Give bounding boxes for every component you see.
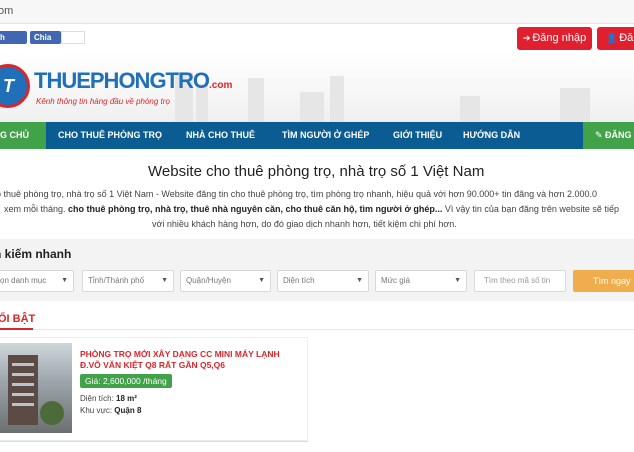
listing-card[interactable]: PHÒNG TRỌ MỚI XÂY DẠNG CC MINI MÁY LẠNH … [0, 337, 308, 441]
nav-item-house-rent[interactable]: NHÀ CHO THUÊ [186, 122, 255, 149]
quick-search-panel: n kiếm nhanh ọn danh mục ▼ Tỉnh/Thành phố… [0, 239, 634, 301]
listing-id-input[interactable]: Tìm theo mã số tin [474, 270, 566, 292]
province-select[interactable]: Tỉnh/Thành phố ▼ [82, 270, 174, 292]
address-bar[interactable]: om [0, 0, 634, 24]
search-button[interactable]: Tìm ngay [573, 270, 634, 292]
share-count-box [61, 31, 85, 44]
main-nav: G CHỦ CHO THUÊ PHÒNG TRỌ NHÀ CHO THUÊ TÌ… [0, 122, 634, 149]
chevron-down-icon: ▼ [356, 277, 363, 284]
district-select[interactable]: Quận/Huyện ▼ [180, 270, 271, 292]
nav-item-rent-room[interactable]: CHO THUÊ PHÒNG TRỌ [58, 122, 162, 149]
facebook-share-button[interactable]: Chia sẻ [30, 31, 61, 55]
area-select[interactable]: Diện tích ▼ [277, 270, 369, 292]
page-title: Website cho thuê phòng trọ, nhà trọ số 1… [148, 163, 485, 180]
nav-item-about[interactable]: GIỚI THIỆU [393, 122, 442, 149]
category-select[interactable]: ọn danh mục ▼ [0, 270, 74, 292]
nav-item-guide[interactable]: HƯỚNG DẪN [463, 122, 520, 149]
listing-title[interactable]: PHÒNG TRỌ MỚI XÂY DẠNG CC MINI MÁY LẠNH … [80, 349, 300, 371]
register-button[interactable]: 👤 Đă [597, 27, 634, 50]
chevron-down-icon: ▼ [258, 277, 265, 284]
logo-icon[interactable]: T [0, 64, 30, 108]
listing-divider [0, 441, 308, 442]
chevron-down-icon: ▼ [454, 277, 461, 284]
section-divider [0, 329, 634, 330]
sign-in-icon: ➔ [522, 33, 531, 43]
nav-item-roommate[interactable]: TÌM NGƯỜI Ở GHÉP [282, 122, 369, 149]
facebook-like-button[interactable]: h 1,7K [0, 31, 27, 55]
price-select[interactable]: Mức giá ▼ [375, 270, 467, 292]
chevron-down-icon: ▼ [61, 277, 68, 284]
nav-item-home[interactable]: G CHỦ [0, 122, 46, 149]
user-plus-icon: 👤 [606, 33, 618, 43]
quick-search-title: n kiếm nhanh [0, 247, 72, 261]
featured-section-title: ỔI BẬT [0, 313, 36, 325]
section-accent [0, 328, 33, 330]
listing-photo[interactable] [0, 343, 72, 433]
login-button[interactable]: ➔ Đăng nhập [517, 27, 592, 50]
intro-paragraph: o thuê phòng trọ, nhà trọ số 1 Việt Nam … [0, 189, 619, 229]
listing-district: Khu vực: Quận 8 [80, 406, 142, 415]
listing-price-badge: Giá: 2,600,000 /tháng [80, 374, 172, 388]
post-listing-button[interactable]: ✎ ĐĂNG [583, 122, 634, 149]
listing-area: Diện tích: 18 m² [80, 394, 137, 403]
brand-logo[interactable]: THUEPHONGTRO.com [34, 68, 232, 94]
edit-icon: ✎ [595, 130, 606, 140]
url-text: om [0, 5, 14, 17]
header-banner: T THUEPHONGTRO.com Kênh thông tin hàng đ… [0, 52, 634, 122]
brand-tagline: Kênh thông tin hàng đầu về phòng trọ [36, 97, 170, 106]
chevron-down-icon: ▼ [161, 277, 168, 284]
